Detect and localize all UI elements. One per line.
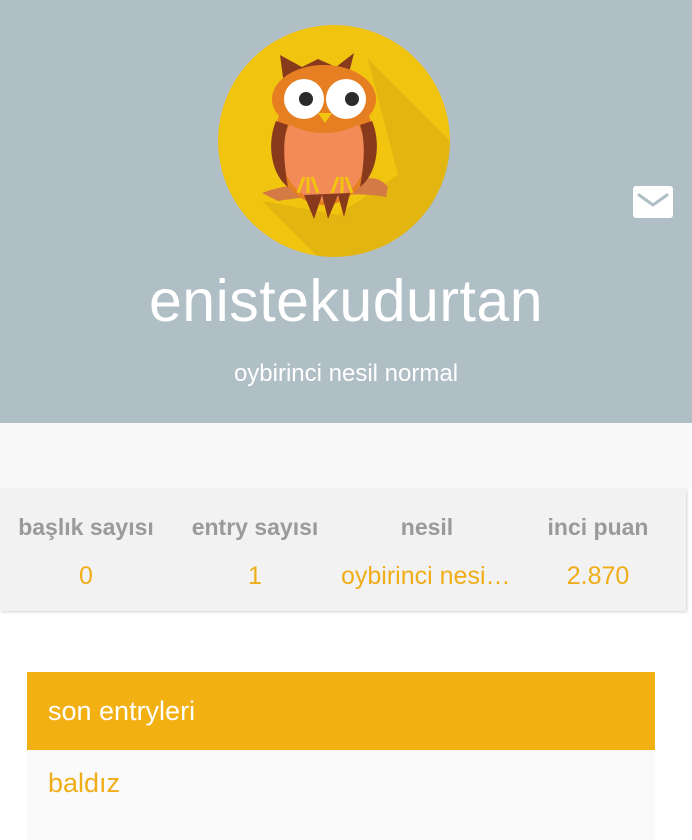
stat-value: oybirinci nesil normal — [341, 562, 513, 590]
stat-karma[interactable]: inci puan 2.870 — [512, 489, 684, 611]
recent-entries-title: son entryleri — [48, 696, 196, 726]
stat-label: inci puan — [547, 514, 649, 540]
mail-icon — [633, 186, 673, 218]
entry-link[interactable]: baldız — [48, 765, 120, 801]
stat-generation[interactable]: nesil oybirinci nesil normal — [341, 489, 513, 611]
username: enistekudurtan — [148, 268, 544, 334]
owl-avatar-icon — [218, 25, 450, 257]
user-generation: oybirinci nesil normal — [233, 360, 459, 387]
stat-label: entry sayısı — [191, 514, 319, 540]
profile-header: enistekudurtan oybirinci nesil normal — [0, 0, 692, 423]
stat-topic-count[interactable]: başlık sayısı 0 — [0, 489, 172, 611]
stat-label: başlık sayısı — [18, 514, 154, 540]
stat-entry-count[interactable]: entry sayısı 1 — [169, 489, 341, 611]
gap-strip — [0, 423, 692, 489]
stat-value: 0 — [79, 562, 93, 590]
stats-bar: başlık sayısı 0 entry sayısı 1 nesil oyb… — [0, 489, 686, 611]
recent-entries-header: son entryleri — [27, 672, 655, 750]
stat-label: nesil — [400, 514, 454, 540]
mail-button[interactable] — [633, 186, 673, 218]
recent-entries-card: son entryleri baldız — [27, 672, 655, 840]
stat-value: 1 — [248, 562, 262, 590]
stat-value: 2.870 — [566, 562, 630, 590]
